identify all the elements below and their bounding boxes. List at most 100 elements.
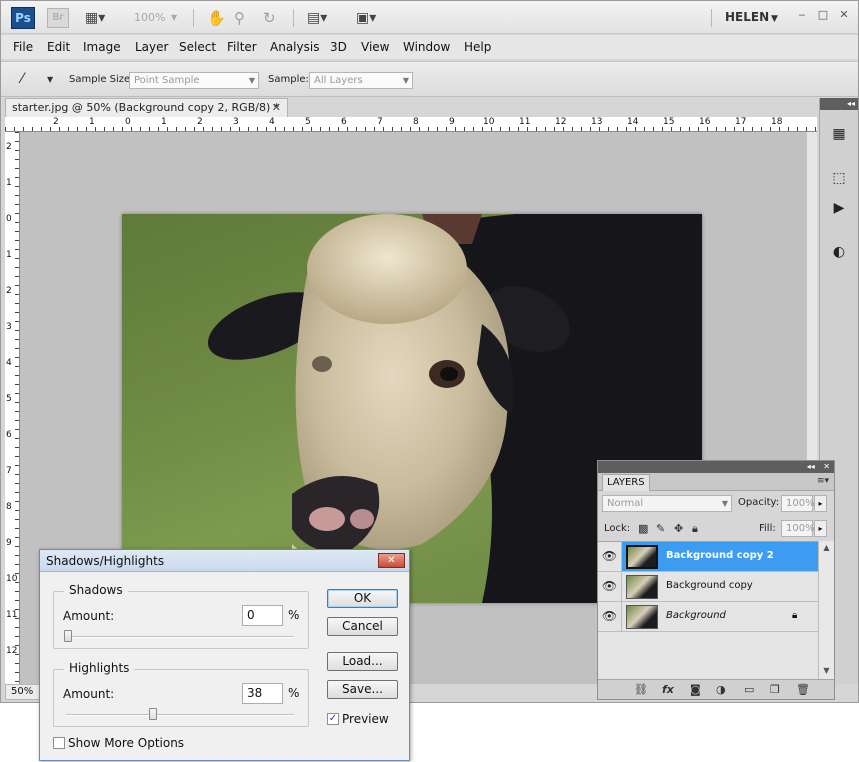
menu-window[interactable]: Window [403, 40, 450, 54]
hand-tool-icon[interactable]: ✋ [207, 8, 226, 28]
sample-size-value: Point Sample [134, 75, 200, 86]
ruler-label: 2 [6, 286, 12, 296]
sample-value: All Layers [314, 75, 363, 86]
save-button[interactable]: Save... [327, 680, 398, 699]
scroll-down-icon[interactable]: ▼ [819, 666, 834, 675]
opacity-input[interactable]: 100% [781, 495, 815, 512]
shadows-slider-thumb[interactable] [64, 630, 72, 642]
close-window-button[interactable]: ✕ [837, 8, 851, 22]
transform-panel-icon[interactable]: ⬚ [828, 168, 850, 188]
zoom-dropdown-icon[interactable]: ▼ [171, 8, 177, 28]
layer-name: Background copy 2 [666, 550, 774, 561]
layer-row-background-copy-2[interactable]: 👁︎ Background copy 2 [598, 542, 818, 572]
lock-label: Lock: [604, 523, 631, 534]
ruler-label: 14 [627, 117, 639, 127]
show-more-options-checkbox[interactable] [53, 737, 65, 749]
layer-row-background[interactable]: 👁︎ Background 🔒︎ [598, 602, 818, 632]
menu-view[interactable]: View [361, 40, 389, 54]
lock-all-icon[interactable]: 🔒︎ [692, 523, 703, 534]
mini-bridge-icon[interactable]: ▦▾ [85, 8, 105, 28]
ruler-label: 11 [6, 610, 18, 620]
preview-checkbox[interactable]: ✓ [327, 713, 339, 725]
highlights-amount-slider[interactable] [66, 714, 294, 716]
ruler-label: 5 [6, 394, 12, 404]
fill-input[interactable]: 100% [781, 520, 815, 537]
horizontal-ruler[interactable]: 2 1 0 1 2 3 4 5 6 7 8 9 10 11 12 13 14 1… [5, 117, 817, 132]
menu-select[interactable]: Select [179, 40, 216, 54]
ruler-label: 1 [6, 178, 12, 188]
dialog-close-button[interactable]: ✕ [378, 553, 405, 568]
lock-image-icon[interactable]: ✎ [656, 523, 667, 534]
close-icon[interactable]: ✕ [272, 99, 281, 116]
menu-help[interactable]: Help [464, 40, 491, 54]
layer-row-background-copy[interactable]: 👁︎ Background copy [598, 572, 818, 602]
vertical-ruler[interactable]: 2 1 0 1 2 3 4 5 6 7 8 9 10 11 12 [5, 132, 20, 690]
lock-transparent-icon[interactable]: ▩ [638, 523, 649, 534]
sample-select[interactable]: All Layers ▼ [309, 72, 413, 89]
blend-mode-select[interactable]: Normal ▼ [602, 495, 732, 512]
close-icon[interactable]: ✕ [823, 462, 830, 471]
chevron-down-icon: ▼ [402, 76, 409, 85]
menu-analysis[interactable]: Analysis [270, 40, 319, 54]
shadows-amount-input[interactable]: 0 [242, 605, 283, 626]
adjustment-icon[interactable]: ◑ [716, 683, 726, 696]
screen-mode-icon[interactable]: ▣▾ [356, 8, 376, 28]
rotate-view-icon[interactable]: ↻ [263, 8, 276, 28]
eye-icon[interactable]: 👁︎ [598, 602, 622, 631]
collapse-icon[interactable]: ◂◂ [807, 462, 815, 471]
ruler-label: 11 [519, 117, 531, 127]
collapse-icon[interactable]: ◂◂ [820, 98, 858, 110]
link-icon[interactable]: ⛓ [634, 683, 648, 696]
highlights-slider-thumb[interactable] [148, 708, 157, 720]
menu-image[interactable]: Image [83, 40, 121, 54]
menu-edit[interactable]: Edit [47, 40, 70, 54]
scroll-up-icon[interactable]: ▲ [819, 543, 834, 552]
ruler-label: 6 [6, 430, 12, 440]
layers-scrollbar[interactable]: ▲ ▼ [818, 541, 834, 679]
group-icon[interactable]: ▭ [744, 683, 754, 696]
adjustments-panel-icon[interactable]: ◐ [828, 242, 850, 262]
layer-list: 👁︎ Background copy 2 👁︎ Background copy … [598, 541, 818, 679]
eyedropper-icon[interactable]: ⁄ [21, 71, 23, 87]
workspace-dropdown-icon[interactable]: ▼ [771, 9, 778, 29]
layers-panel-titlebar[interactable]: ◂◂ ✕ [598, 461, 834, 473]
menu-filter[interactable]: Filter [227, 40, 257, 54]
fx-icon[interactable]: fx [662, 683, 674, 696]
shadows-amount-slider[interactable] [66, 636, 294, 638]
minimize-button[interactable]: ‒ [795, 8, 809, 22]
sample-size-select[interactable]: Point Sample ▼ [129, 72, 259, 89]
fill-arrow-icon[interactable]: ▸ [814, 520, 827, 537]
mask-icon[interactable]: ◙ [690, 683, 701, 696]
bridge-launch-button[interactable]: Br [47, 8, 69, 28]
layer-thumbnail [626, 575, 658, 599]
layers-tab[interactable]: LAYERS [602, 474, 650, 491]
workspace-switcher[interactable]: HELEN [725, 10, 769, 24]
zoom-tool-icon[interactable]: ⚲ [234, 8, 245, 28]
new-layer-icon[interactable]: ❐ [770, 683, 780, 696]
menu-layer[interactable]: Layer [135, 40, 168, 54]
panel-menu-icon[interactable]: ≡▾ [817, 476, 829, 486]
options-bar: ⁄ ▼ Sample Size: Point Sample ▼ Sample: … [1, 61, 858, 97]
menu-3d[interactable]: 3D [330, 40, 347, 54]
ruler-label: 6 [341, 117, 347, 127]
tool-preset-dropdown-icon[interactable]: ▼ [47, 75, 53, 84]
opacity-arrow-icon[interactable]: ▸ [814, 495, 827, 512]
highlights-amount-input[interactable]: 38 [242, 683, 283, 704]
arrange-documents-icon[interactable]: ▤▾ [307, 8, 327, 28]
maximize-button[interactable]: □ [816, 8, 830, 22]
separator [193, 9, 194, 27]
ruler-label: 12 [555, 117, 567, 127]
eye-icon[interactable]: 👁︎ [598, 542, 622, 571]
swatches-panel-icon[interactable]: ▦ [828, 124, 850, 144]
sample-label: Sample: [268, 74, 309, 85]
ok-button[interactable]: OK [327, 589, 398, 608]
animation-panel-icon[interactable]: ▶ [828, 198, 850, 218]
load-button[interactable]: Load... [327, 652, 398, 671]
eye-icon[interactable]: 👁︎ [598, 572, 622, 601]
document-tab[interactable]: starter.jpg @ 50% (Background copy 2, RG… [5, 98, 288, 117]
lock-position-icon[interactable]: ✥ [674, 523, 685, 534]
cancel-button[interactable]: Cancel [327, 617, 398, 636]
zoom-level-field[interactable]: 100% [134, 8, 165, 28]
menu-file[interactable]: File [13, 40, 33, 54]
trash-icon[interactable]: 🗑︎ [796, 683, 810, 696]
